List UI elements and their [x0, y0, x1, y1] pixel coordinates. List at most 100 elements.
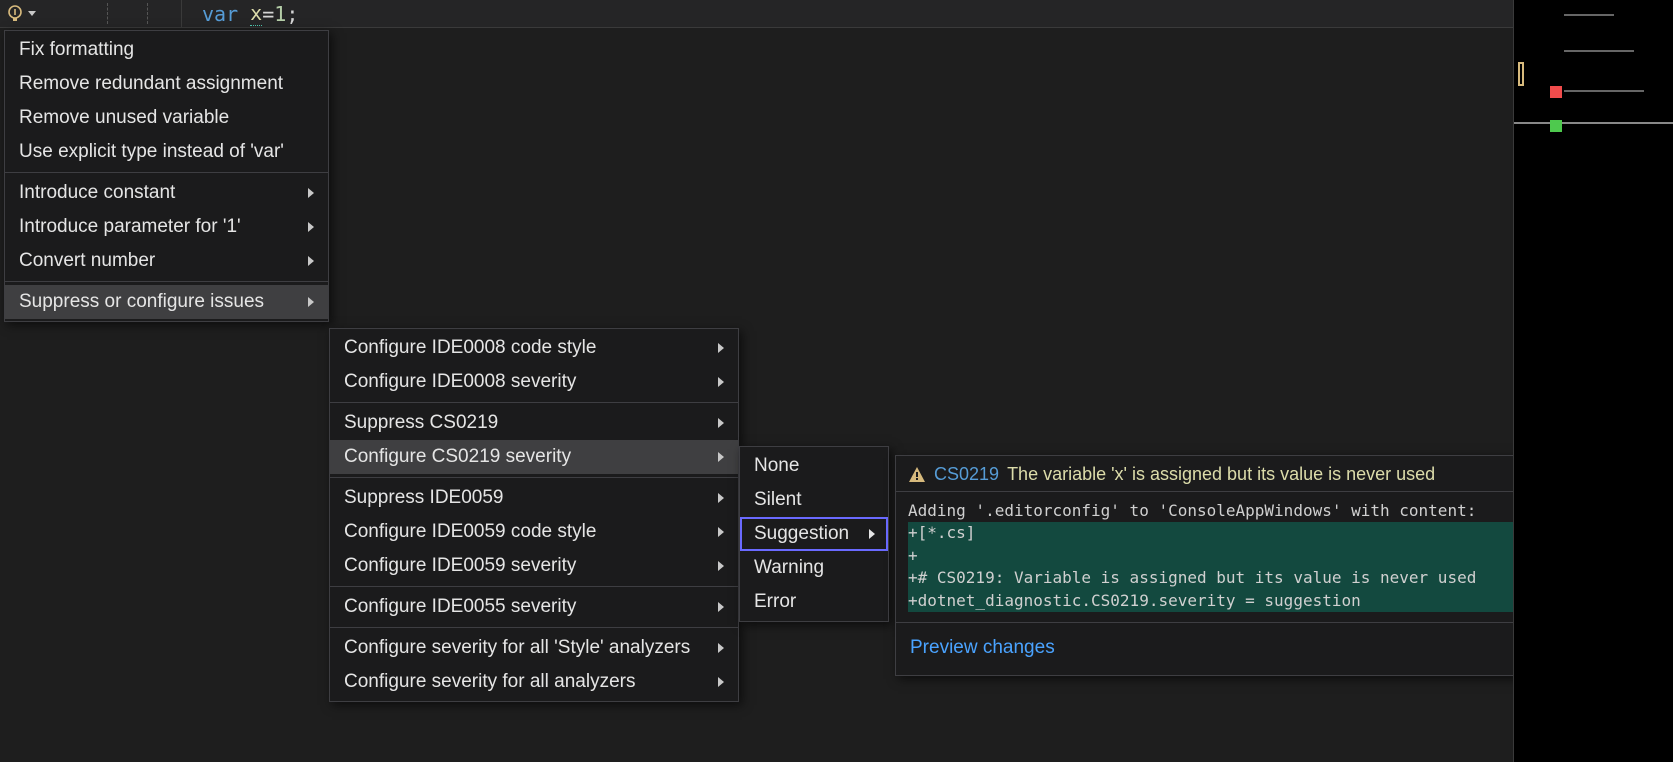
- suppress-configure-submenu[interactable]: Configure IDE0008 code style Configure ID…: [329, 328, 739, 702]
- menu-item[interactable]: Suppress IDE0059: [330, 481, 738, 515]
- menu-item-label: Introduce parameter for '1': [19, 216, 241, 238]
- lightbulb-button[interactable]: [0, 0, 42, 27]
- preview-footer: Preview changes: [896, 622, 1564, 675]
- chevron-down-icon: [28, 11, 36, 16]
- menu-item[interactable]: Configure IDE0008 code style: [330, 331, 738, 365]
- menu-item-label: Remove unused variable: [19, 107, 229, 129]
- code-identifier: x: [250, 1, 262, 26]
- minimap-error-marker: [1550, 86, 1562, 98]
- menu-item-label: Configure IDE0008 code style: [344, 337, 596, 359]
- menu-item[interactable]: Use explicit type instead of 'var': [5, 135, 328, 169]
- menu-item[interactable]: Configure severity for all analyzers: [330, 665, 738, 699]
- menu-item-label: Use explicit type instead of 'var': [19, 141, 284, 163]
- menu-separator: [330, 402, 738, 403]
- menu-item[interactable]: Introduce parameter for '1': [5, 210, 328, 244]
- diff-added-line: +dotnet_diagnostic.CS0219.severity = sug…: [908, 590, 1552, 612]
- menu-item[interactable]: Fix formatting: [5, 33, 328, 67]
- menu-item-label: Convert number: [19, 250, 155, 272]
- menu-item-label: Configure IDE0008 severity: [344, 371, 576, 393]
- menu-item[interactable]: Suppress or configure issues: [5, 285, 328, 319]
- diff-added-line: +[*.cs]: [908, 522, 1552, 544]
- menu-item-label: Error: [754, 591, 796, 613]
- menu-item[interactable]: Introduce constant: [5, 176, 328, 210]
- diagnostic-message: The variable 'x' is assigned but its val…: [1007, 464, 1435, 485]
- menu-item[interactable]: Configure IDE0059 code style: [330, 515, 738, 549]
- chevron-right-icon: [718, 493, 724, 503]
- diagnostic-id: CS0219: [934, 464, 999, 485]
- chevron-right-icon: [718, 527, 724, 537]
- diff-added-line: +: [908, 545, 1552, 567]
- minimap-line: [1564, 14, 1614, 16]
- code-op: =: [262, 2, 274, 26]
- menu-item[interactable]: Error: [740, 585, 888, 619]
- lightbulb-icon: [6, 4, 24, 24]
- code-keyword: var: [202, 2, 238, 26]
- menu-item[interactable]: Convert number: [5, 244, 328, 278]
- menu-item[interactable]: Silent: [740, 483, 888, 517]
- diff-added-line: +# CS0219: Variable is assigned but its …: [908, 567, 1552, 589]
- menu-item[interactable]: Remove redundant assignment: [5, 67, 328, 101]
- menu-item-label: Suppress CS0219: [344, 412, 498, 434]
- chevron-right-icon: [308, 222, 314, 232]
- menu-item[interactable]: None: [740, 449, 888, 483]
- minimap-line: [1564, 90, 1644, 92]
- minimap-separator: [1514, 122, 1673, 124]
- menu-item-label: Remove redundant assignment: [19, 73, 283, 95]
- chevron-right-icon: [718, 377, 724, 387]
- preview-changes-link[interactable]: Preview changes: [910, 637, 1055, 658]
- menu-item[interactable]: Remove unused variable: [5, 101, 328, 135]
- menu-item-label: Configure IDE0059 severity: [344, 555, 576, 577]
- menu-separator: [330, 627, 738, 628]
- menu-item-label: Configure CS0219 severity: [344, 446, 571, 468]
- menu-item-label: Silent: [754, 489, 802, 511]
- menu-item-label: Configure severity for all 'Style' analy…: [344, 637, 690, 659]
- code-text[interactable]: var x = 1 ;: [182, 1, 298, 26]
- menu-item[interactable]: Configure CS0219 severity: [330, 440, 738, 474]
- preview-body: Adding '.editorconfig' to 'ConsoleAppWin…: [896, 492, 1564, 622]
- menu-item[interactable]: Suppress CS0219: [330, 406, 738, 440]
- preview-intro: Adding '.editorconfig' to 'ConsoleAppWin…: [908, 500, 1552, 522]
- chevron-right-icon: [718, 343, 724, 353]
- menu-item-label: Configure severity for all analyzers: [344, 671, 635, 693]
- menu-item[interactable]: Configure IDE0055 severity: [330, 590, 738, 624]
- menu-item-label: Fix formatting: [19, 39, 134, 61]
- chevron-right-icon: [869, 529, 875, 539]
- menu-item[interactable]: Suggestion: [740, 517, 888, 551]
- quick-actions-menu[interactable]: Fix formatting Remove redundant assignmen…: [4, 30, 329, 322]
- menu-item-label: None: [754, 455, 799, 477]
- code-number: 1: [274, 2, 286, 26]
- menu-separator: [330, 477, 738, 478]
- menu-item[interactable]: Configure IDE0008 severity: [330, 365, 738, 399]
- chevron-right-icon: [308, 297, 314, 307]
- minimap-marker: [1518, 62, 1524, 86]
- chevron-right-icon: [718, 677, 724, 687]
- menu-item-label: Configure IDE0059 code style: [344, 521, 596, 543]
- chevron-right-icon: [308, 256, 314, 266]
- menu-item-label: Introduce constant: [19, 182, 175, 204]
- menu-item-label: Warning: [754, 557, 824, 579]
- preview-header: CS0219 The variable 'x' is assigned but …: [896, 456, 1564, 492]
- minimap-change-marker: [1550, 120, 1562, 132]
- menu-separator: [5, 281, 328, 282]
- severity-submenu[interactable]: None Silent Suggestion Warning Error: [739, 446, 889, 622]
- chevron-right-icon: [308, 188, 314, 198]
- menu-item[interactable]: Configure IDE0059 severity: [330, 549, 738, 583]
- menu-item-label: Configure IDE0055 severity: [344, 596, 576, 618]
- menu-item-label: Suggestion: [754, 523, 849, 545]
- menu-separator: [5, 172, 328, 173]
- menu-separator: [330, 586, 738, 587]
- chevron-right-icon: [718, 452, 724, 462]
- chevron-right-icon: [718, 418, 724, 428]
- chevron-right-icon: [718, 643, 724, 653]
- chevron-right-icon: [718, 561, 724, 571]
- editor-line: var x = 1 ;: [0, 0, 1673, 28]
- warning-icon: [908, 466, 926, 484]
- menu-item-label: Suppress or configure issues: [19, 291, 264, 313]
- code-gutter: [42, 0, 182, 27]
- minimap[interactable]: [1513, 0, 1673, 762]
- menu-item[interactable]: Warning: [740, 551, 888, 585]
- menu-item[interactable]: Configure severity for all 'Style' analy…: [330, 631, 738, 665]
- menu-item-label: Suppress IDE0059: [344, 487, 504, 509]
- minimap-line: [1564, 50, 1634, 52]
- code-semi: ;: [286, 2, 298, 26]
